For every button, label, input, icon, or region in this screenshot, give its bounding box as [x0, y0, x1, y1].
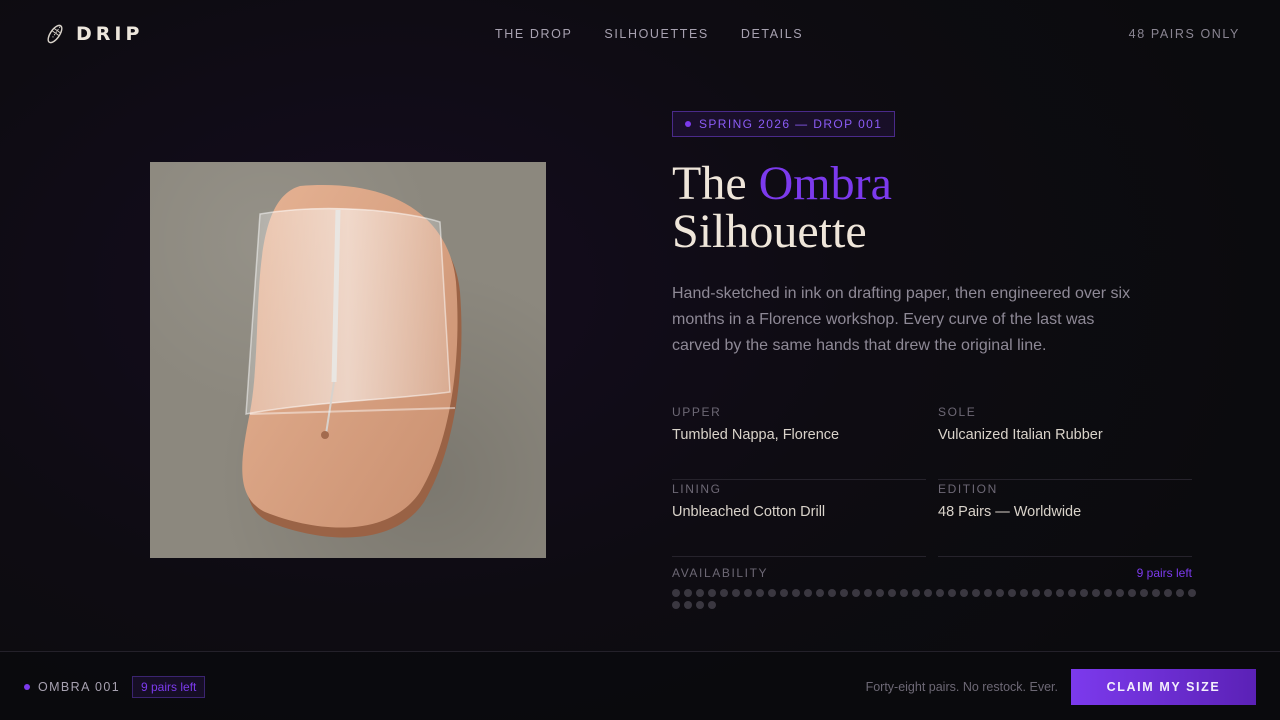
availability-dot [732, 589, 740, 597]
availability-dot [1032, 589, 1040, 597]
spec-label: UPPER [672, 405, 722, 419]
spec-value: 48 Pairs — Worldwide [938, 504, 1082, 520]
availability-dot [1152, 589, 1160, 597]
nav-link-silhouettes[interactable]: SILHOUETTES [604, 27, 708, 41]
availability-dot [696, 589, 704, 597]
nav-link-details[interactable]: DETAILS [741, 27, 803, 41]
badge-dot-icon [685, 121, 691, 127]
availability-dot [1164, 589, 1172, 597]
sticky-buy-bar: OMBRA 001 9 pairs left Forty-eight pairs… [0, 651, 1280, 720]
availability-dot [948, 589, 956, 597]
brand-name: DRIP [76, 23, 144, 45]
availability-dot [1068, 589, 1076, 597]
stock-badge: 9 pairs left [132, 676, 206, 698]
availability-dot [708, 589, 716, 597]
product-image [150, 162, 546, 558]
availability-dot [900, 589, 908, 597]
availability-dot [1092, 589, 1100, 597]
availability-dot [996, 589, 1004, 597]
spec-value: Vulcanized Italian Rubber [938, 427, 1103, 443]
shoe-icon [47, 24, 63, 44]
spec-value: Tumbled Nappa, Florence [672, 427, 840, 443]
spec-edition: EDITION 48 Pairs — Worldwide [938, 480, 1192, 557]
nav-link-the-drop[interactable]: THE DROP [495, 27, 572, 41]
product-description: Hand-sketched in ink on drafting paper, … [672, 285, 1131, 354]
availability-dot [840, 589, 848, 597]
availability-dot [876, 589, 884, 597]
availability-dot [792, 589, 800, 597]
title-accent: Ombra [758, 157, 892, 210]
sandal-illustration [242, 185, 462, 538]
availability-dot [1116, 589, 1124, 597]
spec-grid: UPPER Tumbled Nappa, Florence SOLE Vulca… [672, 403, 1192, 557]
availability-dot [1176, 589, 1184, 597]
availability-dot [1008, 589, 1016, 597]
availability-dot [768, 589, 776, 597]
availability-dot [756, 589, 764, 597]
availability-dot [1140, 589, 1148, 597]
status-dot-icon [24, 684, 30, 690]
availability-dot [1188, 589, 1196, 597]
availability-dot [672, 589, 680, 597]
availability-dot [684, 589, 692, 597]
availability-dot [924, 589, 932, 597]
availability-dot [696, 601, 704, 609]
availability-dot [720, 589, 728, 597]
availability-dot [744, 589, 752, 597]
title-prefix: The [672, 157, 759, 210]
title-suffix: Silhouette [672, 205, 867, 258]
claim-size-button[interactable]: CLAIM MY SIZE [1071, 669, 1256, 705]
availability-count: 9 pairs left [1136, 566, 1192, 580]
spec-value: Unbleached Cotton Drill [672, 504, 826, 520]
availability-dot [852, 589, 860, 597]
drop-badge: SPRING 2026 — DROP 001 [672, 111, 896, 137]
spec-label: LINING [672, 482, 722, 496]
brand-logo[interactable]: DRIP [44, 22, 143, 46]
footer-product-name: OMBRA 001 [38, 680, 121, 694]
availability-dot [912, 589, 920, 597]
page-title: The Ombra Silhouette [672, 160, 892, 256]
availability-dot [864, 589, 872, 597]
availability-dot [960, 589, 968, 597]
availability-dot [984, 589, 992, 597]
availability-dot [804, 589, 812, 597]
main-nav: THE DROP SILHOUETTES DETAILS [495, 27, 803, 41]
availability-label: AVAILABILITY [672, 566, 769, 580]
spec-sole: SOLE Vulcanized Italian Rubber [938, 403, 1192, 480]
spec-label: SOLE [938, 405, 977, 419]
availability-dot [708, 601, 716, 609]
availability-dot [1056, 589, 1064, 597]
availability-dot [888, 589, 896, 597]
availability-dot [1104, 589, 1112, 597]
availability-dot [1128, 589, 1136, 597]
availability-dot [1020, 589, 1028, 597]
availability-dot [1044, 589, 1052, 597]
availability-dots [672, 589, 1196, 609]
availability-dot [972, 589, 980, 597]
footer-note: Forty-eight pairs. No restock. Ever. [865, 680, 1058, 694]
edition-size-note: 48 PAIRS ONLY [1128, 27, 1240, 41]
site-header: DRIP THE DROP SILHOUETTES DETAILS 48 PAI… [0, 0, 1280, 68]
availability-dot [1080, 589, 1088, 597]
availability-dot [672, 601, 680, 609]
availability-dot [816, 589, 824, 597]
availability-dot [780, 589, 788, 597]
drop-badge-label: SPRING 2026 — DROP 001 [699, 117, 883, 131]
spec-upper: UPPER Tumbled Nappa, Florence [672, 403, 926, 480]
spec-label: EDITION [938, 482, 998, 496]
availability-dot [936, 589, 944, 597]
spec-lining: LINING Unbleached Cotton Drill [672, 480, 926, 557]
availability-dot [828, 589, 836, 597]
availability-dot [684, 601, 692, 609]
